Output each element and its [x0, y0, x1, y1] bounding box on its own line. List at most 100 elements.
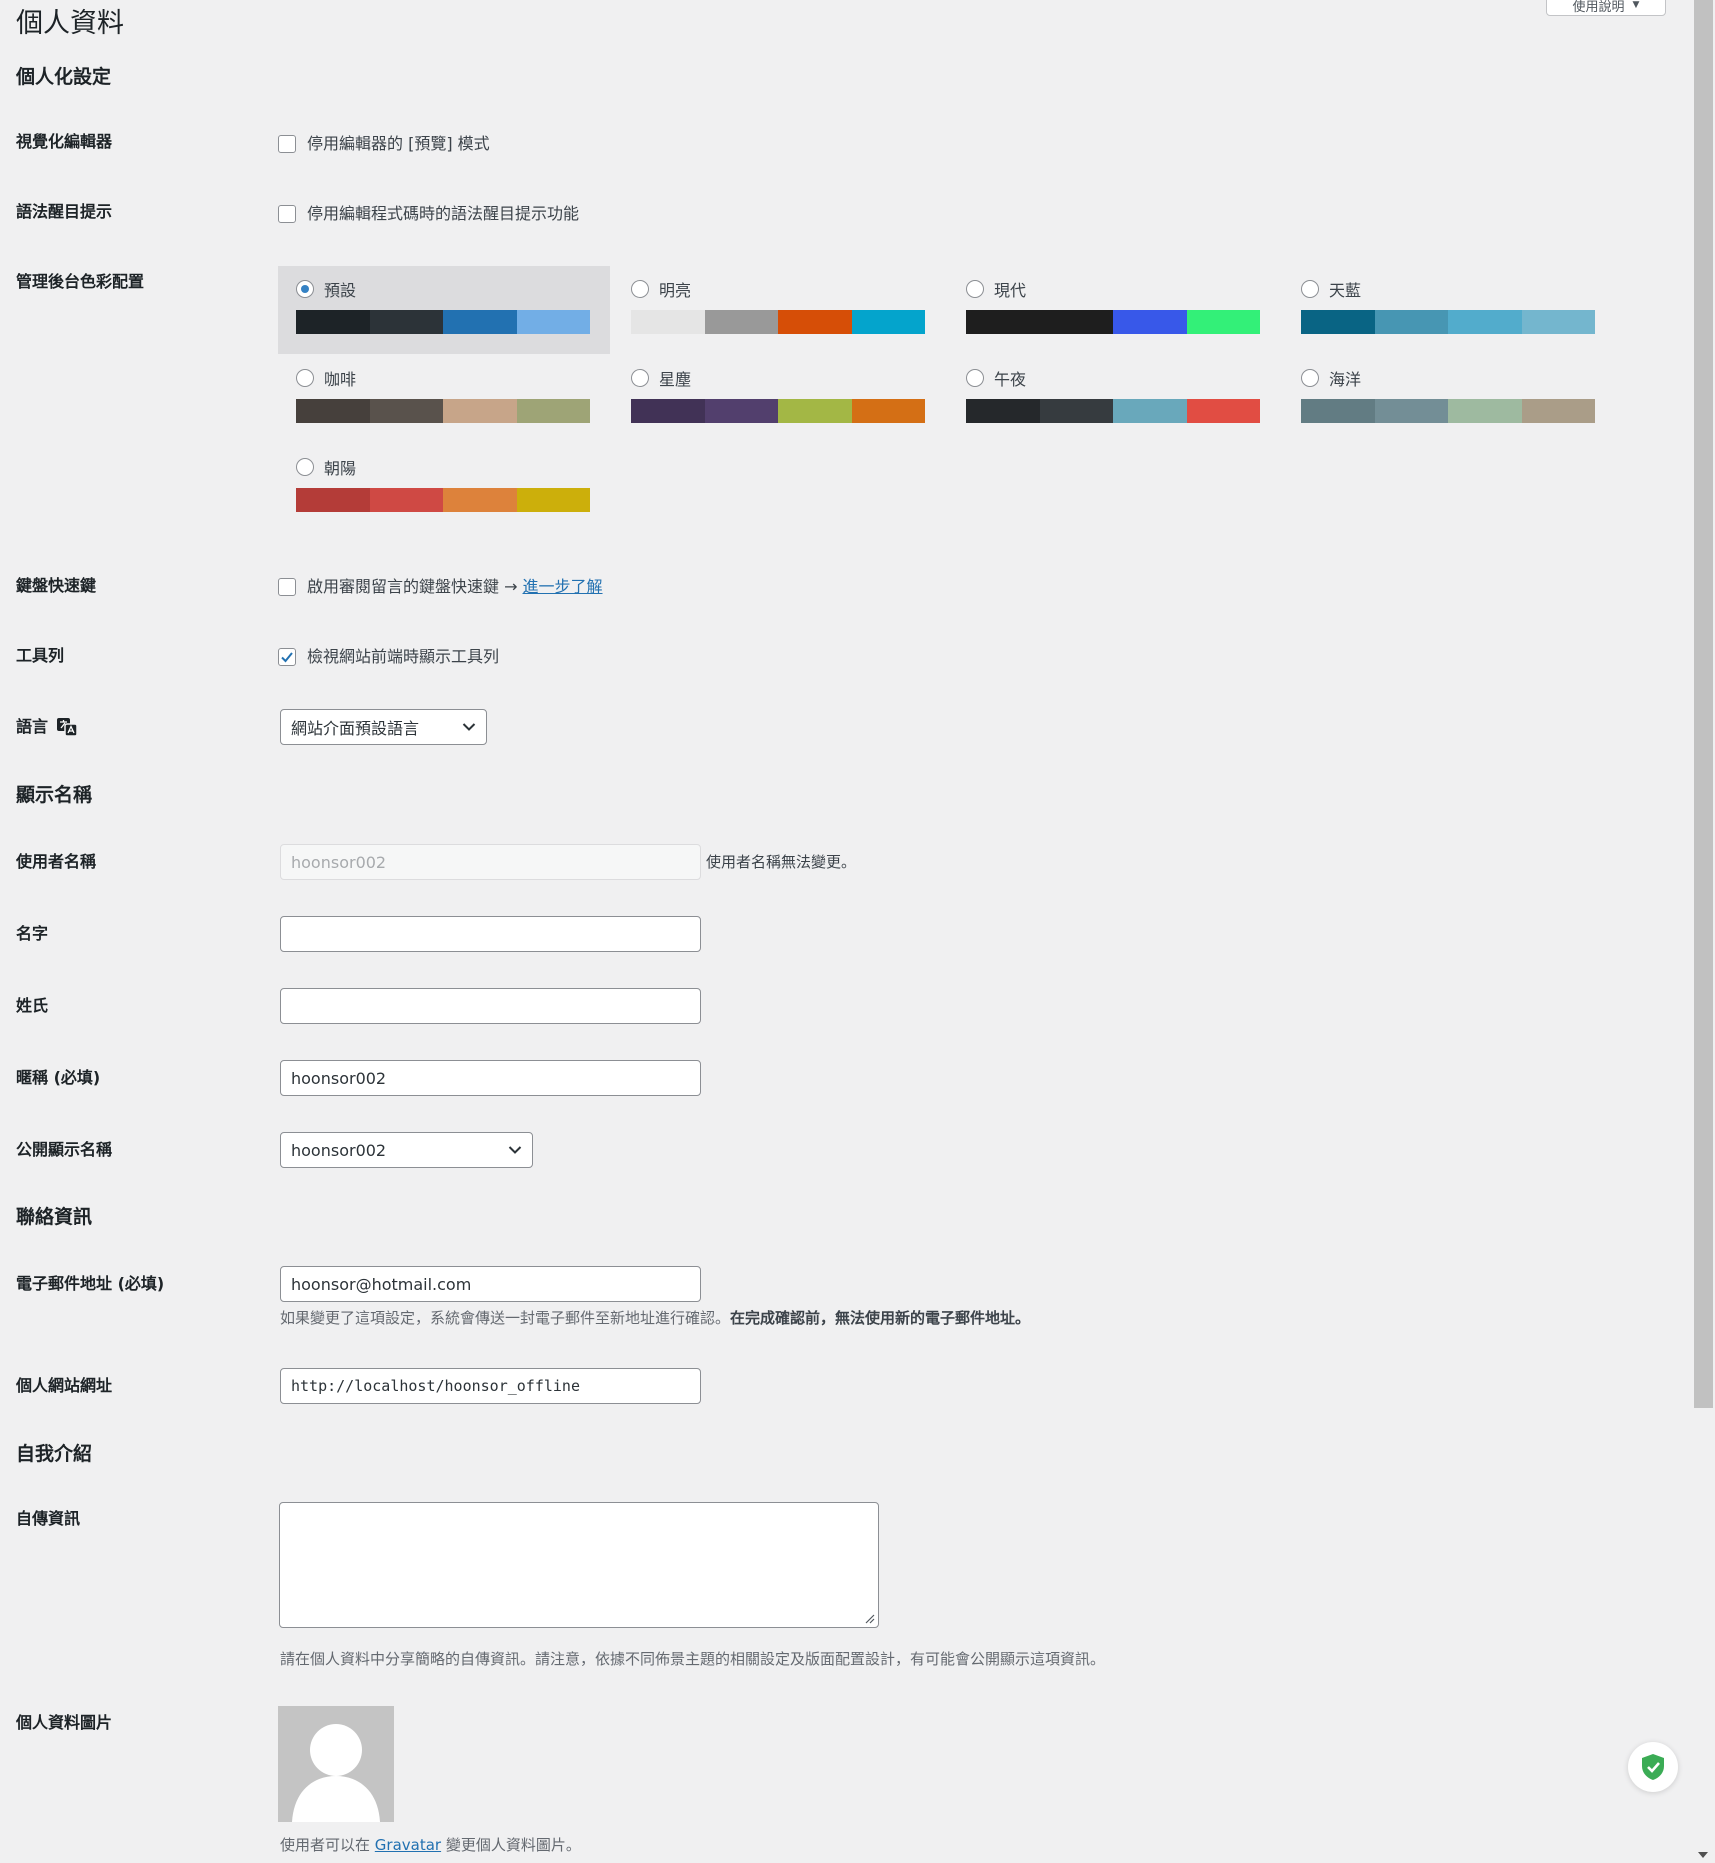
- color-scheme-name: 明亮: [659, 281, 692, 300]
- color-scheme-option-sunrise[interactable]: 朝陽: [278, 444, 610, 532]
- color-scheme-radio-light[interactable]: [631, 280, 649, 298]
- visual-editor-option-label: 停用編輯器的 [預覽] 模式: [307, 134, 490, 153]
- color-swatches: [296, 488, 590, 512]
- color-scheme-radio-blue[interactable]: [1301, 280, 1319, 298]
- toolbar-option[interactable]: 檢視網站前端時顯示工具列: [278, 646, 499, 668]
- toolbar-label: 工具列: [16, 646, 65, 665]
- syntax-highlight-option-label: 停用編輯程式碼時的語法醒目提示功能: [307, 204, 580, 223]
- language-label: 語言: [16, 717, 49, 736]
- color-scheme-name: 咖啡: [324, 370, 357, 389]
- website-value: http://localhost/hoonsor_offline: [291, 1377, 580, 1395]
- default-avatar-icon: [292, 1724, 380, 1822]
- website-input[interactable]: http://localhost/hoonsor_offline: [280, 1368, 701, 1404]
- chevron-down-icon: [508, 1146, 522, 1154]
- display-name-value: hoonsor002: [291, 1140, 387, 1160]
- email-input[interactable]: hoonsor@hotmail.com: [280, 1266, 701, 1302]
- learn-more-link[interactable]: 進一步了解: [523, 576, 603, 598]
- email-description: 如果變更了這項設定，系統會傳送一封電子郵件至新地址進行確認。在完成確認前，無法使…: [280, 1307, 1030, 1329]
- toolbar-checkbox[interactable]: [278, 648, 296, 666]
- color-scheme-radio-midnight[interactable]: [966, 369, 984, 387]
- color-scheme-option-ocean[interactable]: 海洋: [1283, 355, 1615, 443]
- security-shield-button[interactable]: [1628, 1742, 1678, 1792]
- color-scheme-name: 星塵: [659, 370, 692, 389]
- syntax-highlight-label: 語法醒目提示: [16, 202, 113, 221]
- display-name-select[interactable]: hoonsor002: [280, 1132, 533, 1168]
- chevron-down-icon: [462, 723, 476, 731]
- first-name-label: 名字: [16, 924, 49, 943]
- checkmark-icon: [281, 652, 293, 663]
- color-scheme-radio-modern[interactable]: [966, 280, 984, 298]
- avatar-description-post: 變更個人資料圖片。: [445, 1836, 581, 1854]
- username-value: hoonsor002: [291, 852, 387, 872]
- email-description-bold: 在完成確認前，無法使用新的電子郵件地址。: [730, 1309, 1031, 1327]
- avatar: [278, 1706, 394, 1822]
- color-scheme-name: 午夜: [994, 370, 1027, 389]
- language-label-group: 語言: [16, 716, 78, 738]
- color-swatches: [966, 399, 1260, 423]
- color-scheme-option-midnight[interactable]: 午夜: [948, 355, 1280, 443]
- syntax-highlight-option[interactable]: 停用編輯程式碼時的語法醒目提示功能: [278, 203, 579, 225]
- toolbar-option-label: 檢視網站前端時顯示工具列: [307, 647, 500, 666]
- avatar-label: 個人資料圖片: [16, 1713, 113, 1732]
- section-heading-name: 顯示名稱: [16, 784, 93, 806]
- color-scheme-label: 管理後台色彩配置: [16, 272, 145, 291]
- keyboard-shortcuts-label: 鍵盤快速鍵: [16, 576, 97, 595]
- nickname-label: 暱稱 (必填): [16, 1068, 101, 1087]
- help-button[interactable]: 使用說明 ▼: [1546, 0, 1666, 16]
- color-swatches: [1301, 310, 1595, 334]
- visual-editor-label: 視覺化編輯器: [16, 132, 113, 151]
- caret-down-icon: ▼: [1632, 0, 1640, 10]
- page-title: 個人資料: [16, 8, 124, 39]
- color-scheme-radio-default[interactable]: [296, 280, 314, 298]
- color-swatches: [631, 399, 925, 423]
- visual-editor-option[interactable]: 停用編輯器的 [預覽] 模式: [278, 133, 490, 155]
- visual-editor-checkbox[interactable]: [278, 135, 296, 153]
- nickname-value: hoonsor002: [291, 1068, 387, 1088]
- resize-handle-icon[interactable]: [863, 1612, 875, 1624]
- keyboard-shortcuts-checkbox[interactable]: [278, 578, 296, 596]
- shield-check-icon: [1642, 1754, 1664, 1780]
- translation-icon: [57, 718, 78, 737]
- bio-description: 請在個人資料中分享簡略的自傳資訊。請注意，依據不同佈景主題的相關設定及版面配置設…: [280, 1650, 1106, 1668]
- color-scheme-name: 海洋: [1329, 370, 1362, 389]
- avatar-description: 使用者可以在 Gravatar 變更個人資料圖片。: [280, 1834, 581, 1856]
- color-swatches: [296, 399, 590, 423]
- color-scheme-option-ectoplasm[interactable]: 星塵: [613, 355, 945, 443]
- email-label: 電子郵件地址 (必填): [16, 1274, 165, 1293]
- color-scheme-radio-ocean[interactable]: [1301, 369, 1319, 387]
- color-scheme-radio-ectoplasm[interactable]: [631, 369, 649, 387]
- bio-textarea[interactable]: [279, 1502, 879, 1628]
- display-name-label: 公開顯示名稱: [16, 1140, 113, 1159]
- section-heading-personal: 個人化設定: [16, 66, 112, 88]
- color-scheme-name: 天藍: [1329, 281, 1362, 300]
- color-scheme-name: 朝陽: [324, 459, 357, 478]
- syntax-highlight-checkbox[interactable]: [278, 205, 296, 223]
- color-swatches: [631, 310, 925, 334]
- gravatar-link[interactable]: Gravatar: [375, 1836, 441, 1854]
- color-scheme-option-default[interactable]: 預設: [278, 266, 610, 354]
- color-scheme-option-coffee[interactable]: 咖啡: [278, 355, 610, 443]
- last-name-label: 姓氏: [16, 996, 49, 1015]
- email-description-plain: 如果變更了這項設定，系統會傳送一封電子郵件至新地址進行確認。: [280, 1309, 731, 1327]
- color-scheme-option-modern[interactable]: 現代: [948, 266, 1280, 354]
- language-select[interactable]: 網站介面預設語言: [280, 709, 487, 745]
- last-name-input[interactable]: [280, 988, 701, 1024]
- color-scheme-name: 預設: [324, 281, 357, 300]
- keyboard-shortcuts-option[interactable]: 啟用審閱留言的鍵盤快速鍵 → 進一步了解: [278, 576, 603, 598]
- help-button-label: 使用說明: [1572, 0, 1625, 15]
- color-scheme-option-light[interactable]: 明亮: [613, 266, 945, 354]
- color-scheme-radio-sunrise[interactable]: [296, 458, 314, 476]
- username-label: 使用者名稱: [16, 852, 97, 871]
- nickname-input[interactable]: hoonsor002: [280, 1060, 701, 1096]
- color-scheme-radio-coffee[interactable]: [296, 369, 314, 387]
- scroll-down-arrow-icon[interactable]: [1697, 1850, 1709, 1860]
- color-scheme-name: 現代: [994, 281, 1027, 300]
- first-name-input[interactable]: [280, 916, 701, 952]
- username-input: hoonsor002: [280, 844, 701, 880]
- color-swatches: [966, 310, 1260, 334]
- color-scheme-option-blue[interactable]: 天藍: [1283, 266, 1615, 354]
- avatar-description-pre: 使用者可以在: [280, 1836, 371, 1854]
- color-swatches: [1301, 399, 1595, 423]
- username-note: 使用者名稱無法變更。: [706, 853, 857, 871]
- scrollbar-thumb[interactable]: [1694, 0, 1713, 1408]
